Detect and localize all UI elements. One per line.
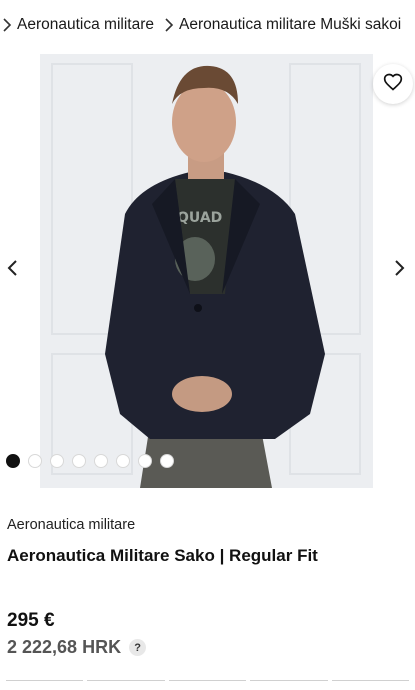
- product-photo-illustration: QUAD: [40, 54, 373, 488]
- gallery-dot[interactable]: [138, 454, 152, 468]
- product-image[interactable]: QUAD: [40, 54, 373, 488]
- gallery-dot[interactable]: [28, 454, 42, 468]
- breadcrumb-item-category[interactable]: Aeronautica militare Muški sakoi: [179, 16, 401, 34]
- product-gallery[interactable]: QUAD: [0, 54, 415, 488]
- gallery-prev-button[interactable]: [0, 258, 24, 282]
- section-divider: [0, 680, 415, 690]
- shirt-print-text: QUAD: [177, 210, 222, 226]
- product-price-alt: 2 222,68 HRK ?: [7, 637, 147, 658]
- product-price: 295 €: [7, 610, 55, 631]
- gallery-dot[interactable]: [116, 454, 130, 468]
- heart-outline-icon: [383, 72, 403, 97]
- chevron-right-icon: [164, 18, 174, 32]
- gallery-dot[interactable]: [50, 454, 64, 468]
- gallery-dot[interactable]: [72, 454, 86, 468]
- chevron-left-icon: [6, 259, 18, 282]
- gallery-dot[interactable]: [6, 454, 20, 468]
- breadcrumb: Aeronautica militare Aeronautica militar…: [0, 0, 415, 50]
- gallery-next-button[interactable]: [388, 258, 412, 282]
- chevron-right-icon: [2, 18, 12, 32]
- gallery-dot[interactable]: [94, 454, 108, 468]
- gallery-pagination: [6, 454, 174, 468]
- gallery-dot[interactable]: [160, 454, 174, 468]
- help-icon[interactable]: ?: [129, 639, 147, 656]
- favorite-button[interactable]: [373, 64, 413, 104]
- chevron-right-icon: [394, 259, 406, 282]
- product-brand[interactable]: Aeronautica militare: [7, 517, 135, 533]
- breadcrumb-item-brand[interactable]: Aeronautica militare: [17, 16, 154, 34]
- product-title: Aeronautica Militare Sako | Regular Fit: [7, 546, 318, 565]
- price-alt-value: 2 222,68 HRK: [7, 637, 122, 657]
